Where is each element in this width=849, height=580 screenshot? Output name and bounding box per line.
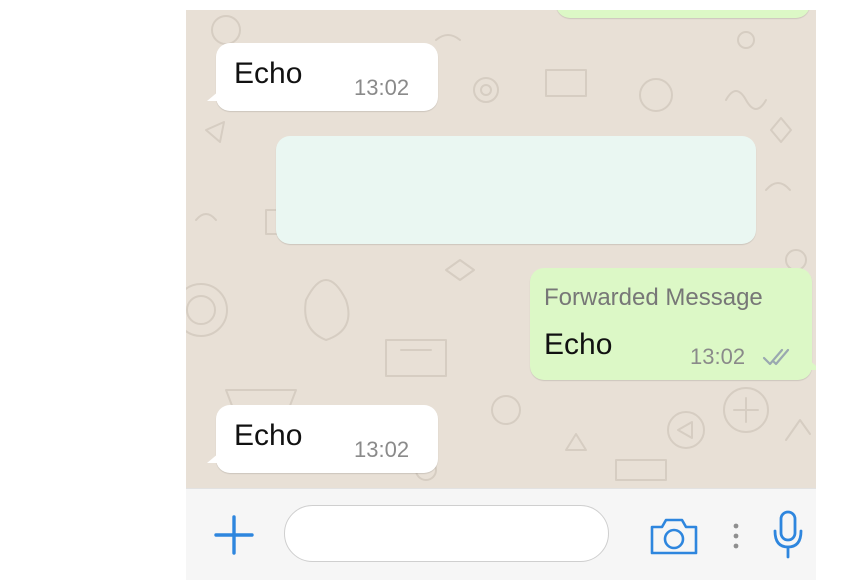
- message-time: 13:02: [354, 437, 410, 462]
- message-text: Echo: [544, 328, 613, 361]
- message-time: 13:02: [690, 344, 746, 369]
- message-input[interactable]: [284, 505, 609, 562]
- blank-message-bubble[interactable]: [276, 136, 756, 244]
- incoming-message-bubble[interactable]: Echo 13:02: [207, 405, 438, 473]
- message-time: 13:02: [354, 75, 410, 100]
- chat-area: Echo 13:02 Forwarded Message Echo 13:02 …: [186, 10, 816, 488]
- microphone-icon[interactable]: [770, 509, 806, 561]
- double-check-icon: [762, 348, 790, 366]
- message-text: Echo: [234, 57, 303, 90]
- forwarded-outgoing-bubble[interactable]: Forwarded Message Echo 13:02: [530, 268, 816, 380]
- bubble-tail: [207, 453, 219, 463]
- incoming-message-bubble[interactable]: Echo 13:02: [207, 43, 438, 111]
- forwarded-message-label: Forwarded Message: [544, 284, 763, 311]
- plus-icon[interactable]: [212, 513, 256, 557]
- message-text: Echo: [234, 419, 303, 452]
- previous-outgoing-bubble[interactable]: [556, 10, 810, 18]
- bubble-tail: [809, 360, 816, 370]
- message-input-bar: [186, 488, 816, 580]
- bubble-tail: [207, 91, 219, 101]
- vertical-dots-icon[interactable]: [730, 521, 742, 551]
- camera-icon[interactable]: [648, 515, 700, 557]
